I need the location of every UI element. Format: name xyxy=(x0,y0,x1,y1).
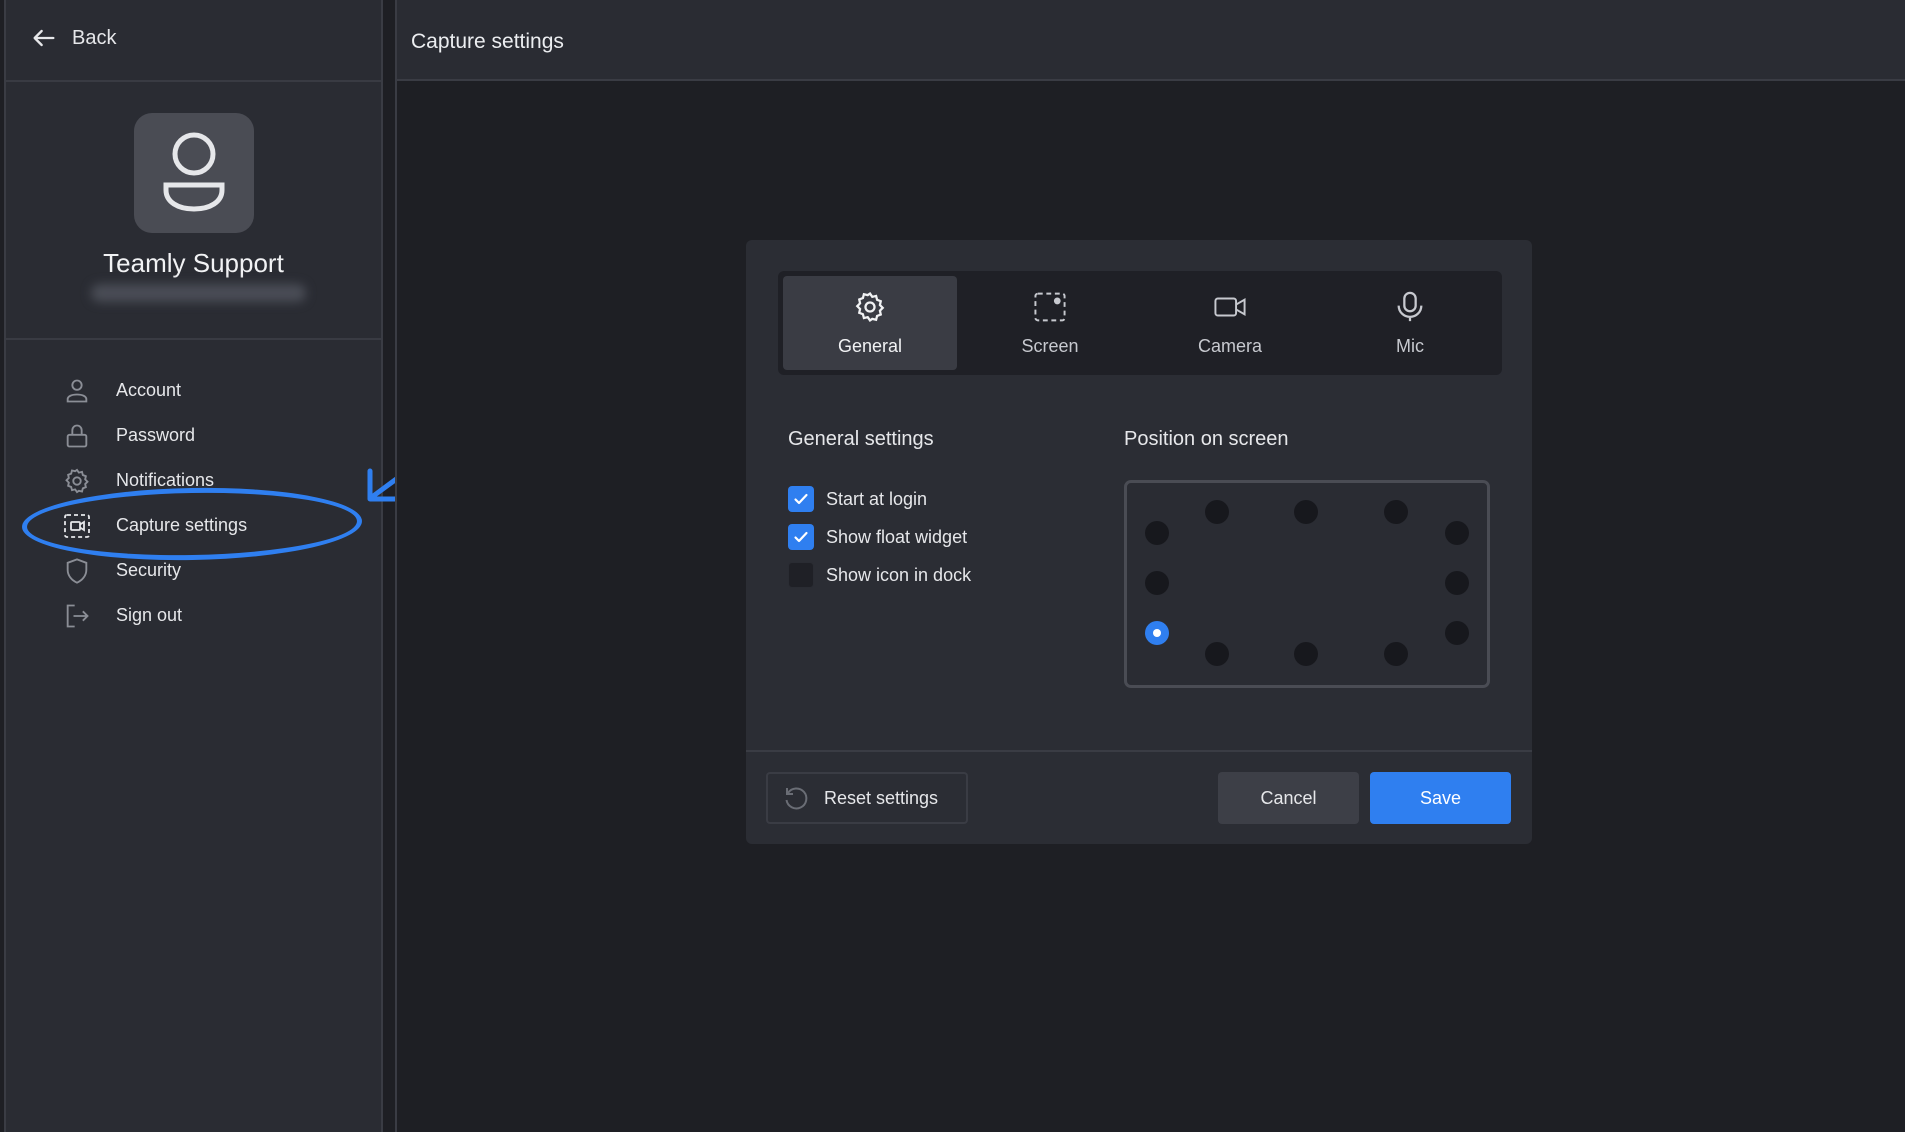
position-left-top[interactable] xyxy=(1145,521,1169,545)
start-at-login-option[interactable]: Start at login xyxy=(788,480,971,518)
general-options: Start at login Show float widget Show ic… xyxy=(788,480,971,594)
profile-name: Teamly Support xyxy=(103,248,284,278)
gear-icon xyxy=(855,291,885,322)
capture-settings-dialog: General Screen Camera Mic General settin… xyxy=(746,240,1532,844)
show-float-widget-option[interactable]: Show float widget xyxy=(788,518,971,556)
reset-label: Reset settings xyxy=(824,787,939,808)
tab-label: Camera xyxy=(1197,335,1263,356)
tab-mic[interactable]: Mic xyxy=(1323,276,1497,370)
position-top-3[interactable] xyxy=(1384,500,1408,524)
profile-email-redacted xyxy=(91,284,306,302)
back-button[interactable]: Back xyxy=(30,24,116,52)
user-icon xyxy=(62,376,92,406)
sidebar-item-password[interactable]: Password xyxy=(62,413,247,458)
tab-screen[interactable]: Screen xyxy=(963,276,1137,370)
position-title: Position on screen xyxy=(1124,428,1289,450)
back-label: Back xyxy=(72,26,117,49)
sidebar-item-label: Account xyxy=(116,380,182,400)
arrow-left-icon xyxy=(33,29,55,47)
sidebar-item-sign-out[interactable]: Sign out xyxy=(62,593,247,638)
gear-icon xyxy=(62,466,92,496)
sidebar-item-label: Security xyxy=(116,560,182,580)
position-top-1[interactable] xyxy=(1205,500,1229,524)
position-left-middle[interactable] xyxy=(1145,571,1169,595)
position-top-2[interactable] xyxy=(1294,500,1318,524)
avatar xyxy=(134,113,254,233)
sidebar-divider xyxy=(6,338,381,340)
lock-icon xyxy=(62,421,92,451)
screen-select-icon xyxy=(1034,292,1066,321)
reset-icon xyxy=(785,787,808,810)
tab-label: General xyxy=(837,335,903,356)
dialog-divider xyxy=(746,750,1532,752)
tab-camera[interactable]: Camera xyxy=(1143,276,1317,370)
position-picker xyxy=(1124,480,1490,688)
settings-tabs: General Screen Camera Mic xyxy=(778,271,1502,375)
position-right-bottom[interactable] xyxy=(1445,621,1469,645)
option-label: Show float widget xyxy=(826,526,968,547)
checkbox-checked[interactable] xyxy=(788,524,814,550)
position-right-middle[interactable] xyxy=(1445,571,1469,595)
tab-label: Screen xyxy=(1021,335,1079,356)
checkbox-unchecked[interactable] xyxy=(788,562,814,588)
cancel-button[interactable]: Cancel xyxy=(1218,772,1359,824)
tab-label: Mic xyxy=(1396,335,1424,356)
user-avatar-icon xyxy=(163,132,225,212)
position-right-top[interactable] xyxy=(1445,521,1469,545)
position-left-bottom-selected[interactable] xyxy=(1145,621,1169,645)
position-bottom-1[interactable] xyxy=(1205,642,1229,666)
position-bottom-2[interactable] xyxy=(1294,642,1318,666)
option-label: Start at login xyxy=(826,488,928,509)
save-button[interactable]: Save xyxy=(1370,772,1511,824)
sidebar-item-account[interactable]: Account xyxy=(62,368,247,413)
sidebar-item-label: Password xyxy=(116,425,196,445)
option-label: Show icon in dock xyxy=(826,564,972,585)
sign-out-icon xyxy=(62,601,92,631)
header-bar: Capture settings xyxy=(395,0,1905,81)
tab-general[interactable]: General xyxy=(783,276,957,370)
reset-settings-button[interactable]: Reset settings xyxy=(766,772,968,824)
sidebar: Back Teamly Support Account Password Not… xyxy=(4,0,383,1132)
show-icon-in-dock-option[interactable]: Show icon in dock xyxy=(788,556,971,594)
sidebar-item-label: Sign out xyxy=(116,605,183,625)
sidebar-divider xyxy=(6,80,381,82)
position-bottom-3[interactable] xyxy=(1384,642,1408,666)
page-title: Capture settings xyxy=(411,30,564,53)
mic-icon xyxy=(1397,291,1423,321)
checkbox-checked[interactable] xyxy=(788,486,814,512)
general-settings-title: General settings xyxy=(788,428,934,450)
shield-icon xyxy=(62,556,92,586)
camera-icon xyxy=(1214,297,1246,316)
